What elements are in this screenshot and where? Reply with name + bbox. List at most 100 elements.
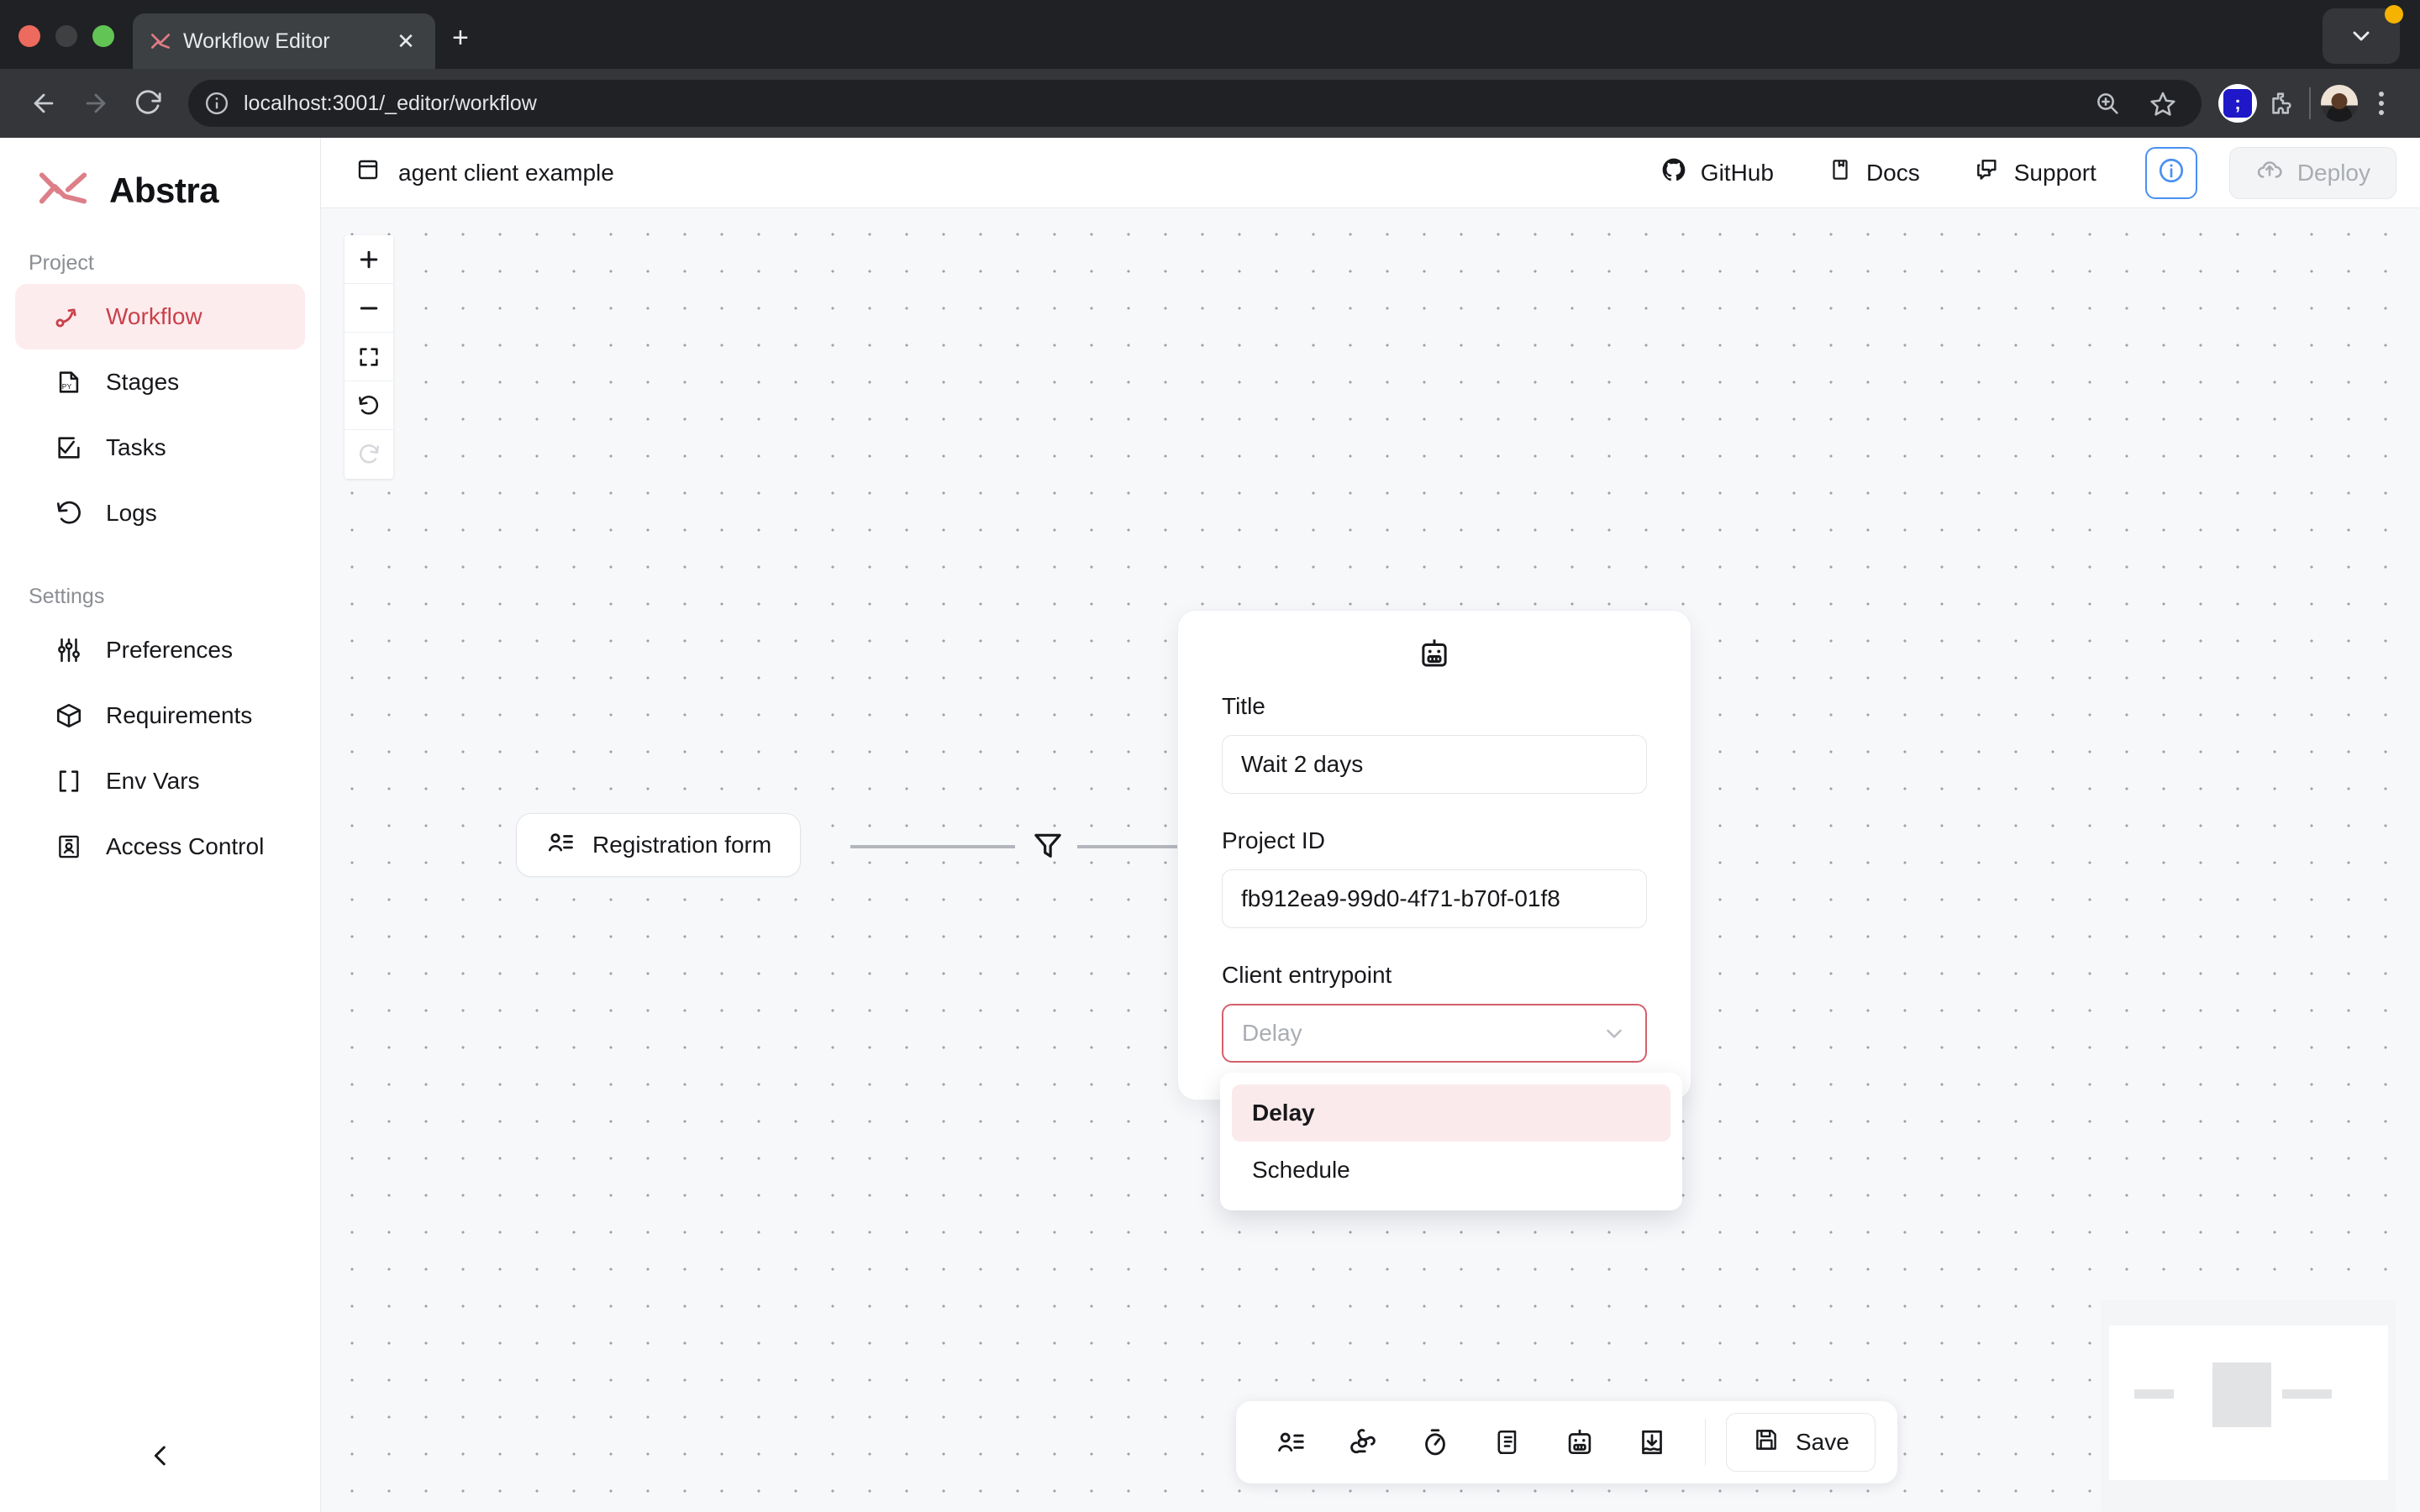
forward-button[interactable] [72,80,119,127]
browser-tabstrip: Workflow Editor ✕ + [0,0,2420,69]
canvas-zoom-controls [345,235,393,479]
dropdown-option-label: Schedule [1252,1157,1350,1183]
client-entrypoint-select[interactable]: Delay [1222,1004,1647,1063]
back-button[interactable] [20,80,67,127]
workflow-node-registration-form[interactable]: Registration form [516,813,802,877]
page-title-text: agent client example [398,159,614,186]
client-entrypoint-field-label: Client entrypoint [1222,962,1392,988]
add-agent-button[interactable] [1547,1413,1612,1472]
sidebar-item-label: Tasks [106,434,166,460]
chevron-down-icon [2353,31,2370,41]
update-badge-icon [2385,5,2403,24]
sidebar-item-logs[interactable]: Logs [15,480,305,546]
kebab-menu-icon[interactable] [2363,85,2400,122]
semicolon-extension-icon[interactable]: ; [2218,84,2257,123]
deploy-button-label: Deploy [2296,159,2370,186]
sidebar-item-preferences[interactable]: Preferences [15,617,305,683]
sidebar-item-env-vars[interactable]: Env Vars [15,748,305,814]
redo-button[interactable] [345,430,393,479]
brand-name: Abstra [109,170,219,210]
info-button[interactable] [2144,146,2197,199]
import-button[interactable] [1619,1413,1685,1472]
sidebar-section-project-label: Project [29,251,94,275]
sidebar-item-requirements[interactable]: Requirements [15,683,305,748]
support-link[interactable]: Support [1955,148,2115,198]
import-icon [1642,1430,1662,1455]
toolbar-divider [2309,87,2311,119]
title-input[interactable] [1222,735,1647,794]
zoom-out-button[interactable] [345,284,393,333]
undo-button[interactable] [345,381,393,430]
fit-screen-icon [360,347,378,366]
save-icon [1752,1425,1781,1460]
zoom-in-button[interactable] [345,235,393,284]
add-script-button[interactable] [1475,1413,1540,1472]
puzzle-icon[interactable] [2262,85,2299,122]
close-window-button[interactable] [18,25,40,47]
sidebar-item-stages[interactable]: PY Stages [15,349,305,415]
package-icon [54,701,84,731]
add-form-button[interactable] [1258,1413,1323,1472]
close-icon[interactable]: ✕ [392,30,420,52]
reload-button[interactable] [124,80,171,127]
title-field-label: Title [1222,693,1265,719]
window-list-button[interactable] [2323,5,2403,64]
reload-icon [135,90,161,114]
sidebar-item-label: Requirements [106,702,253,728]
canvas-minimap[interactable] [2101,1300,2396,1512]
abstra-logo-icon [35,168,91,213]
browser-toolbar: localhost:3001/_editor/workflow ; [0,69,2420,138]
avatar[interactable] [2321,85,2358,122]
new-tab-button[interactable]: + [452,24,469,52]
star-icon[interactable] [2144,85,2181,122]
edge-segment-left [850,845,1015,848]
docs-link[interactable]: Docs [1809,148,1939,198]
site-info-icon[interactable] [203,90,230,117]
address-bar-url: localhost:3001/_editor/workflow [244,91,537,115]
save-button-label: Save [1796,1429,1849,1455]
project-id-input[interactable] [1222,869,1647,928]
add-hook-button[interactable] [1330,1413,1396,1472]
field-spacer [1222,794,1647,827]
browser-tab[interactable]: Workflow Editor ✕ [133,13,435,69]
svg-text:PY: PY [62,382,72,391]
book-icon [1828,157,1853,188]
add-job-button[interactable] [1402,1413,1468,1472]
fit-view-button[interactable] [345,333,393,381]
github-link[interactable]: GitHub [1642,148,1792,198]
sidebar: Abstra Project Workflow PY Stages Tasks … [0,138,321,1512]
window-traffic-lights [18,25,133,69]
sidebar-section-settings-label: Settings [29,585,105,608]
node-properties-panel: Title Project ID Client entrypoint Delay [1177,610,1691,1210]
save-button[interactable]: Save [1726,1413,1876,1472]
main-area: agent client example GitHub Docs Support… [321,138,2420,1512]
python-file-icon: PY [54,367,84,397]
client-entrypoint-select-value: Delay [1242,1020,1302,1046]
minimize-window-button[interactable] [55,25,77,47]
zoom-search-icon[interactable] [2089,85,2126,122]
dropdown-option-delay[interactable]: Delay [1232,1084,1670,1142]
github-icon [1660,156,1687,189]
brackets-icon [54,766,84,796]
brand[interactable]: Abstra [0,138,320,213]
history-icon [54,498,84,528]
sidebar-item-tasks[interactable]: Tasks [15,415,305,480]
form-user-icon [545,827,576,864]
window-controls [2323,5,2403,64]
dropdown-option-schedule[interactable]: Schedule [1232,1142,1670,1199]
address-bar[interactable]: localhost:3001/_editor/workflow [188,80,2202,127]
workflow-icon [54,302,84,332]
minimap-node [2212,1362,2271,1427]
sidebar-item-access-control[interactable]: Access Control [15,814,305,879]
sidebar-collapse-button[interactable] [0,1428,320,1487]
filter-icon[interactable] [1031,827,1065,868]
workflow-canvas[interactable]: Registration form Sending results via em… [321,208,2420,1512]
header-link-label: Docs [1865,159,1920,186]
maximize-window-button[interactable] [92,25,114,47]
arrow-left-icon [34,93,54,113]
sidebar-item-workflow[interactable]: Workflow [15,284,305,349]
client-entrypoint-select-wrapper: Delay Delay Schedule [1220,1004,1682,1210]
deploy-button[interactable]: Deploy [2228,146,2396,199]
minimap-viewport [2109,1326,2388,1480]
minimap-node [2282,1389,2332,1399]
